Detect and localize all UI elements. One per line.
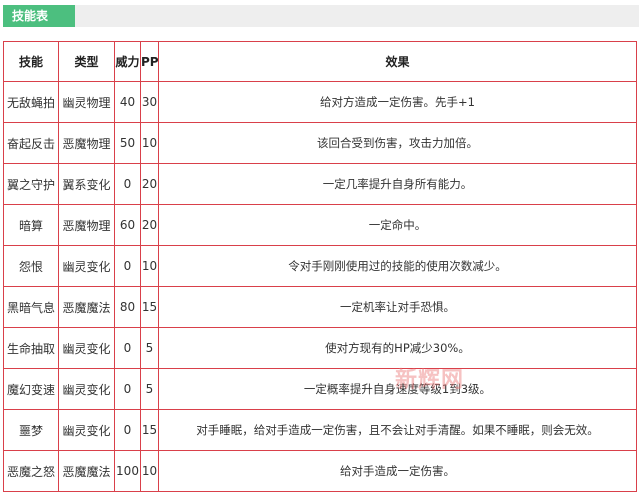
skill-effect-cell: 一定命中。: [158, 204, 637, 246]
skill-type-cell: 恶魔魔法: [58, 450, 115, 492]
skill-name-cell: 奋起反击: [3, 122, 59, 164]
skill-type-cell: 恶魔魔法: [58, 286, 115, 328]
skill-name-cell: 怨恨: [3, 245, 59, 287]
skill-type-cell: 幽灵变化: [58, 368, 115, 410]
column-header-type: 类型: [58, 41, 115, 82]
skill-name-cell: 无敌蝇拍: [3, 81, 59, 123]
table-row: 翼之守护 翼系变化 0 20 一定几率提升自身所有能力。: [3, 163, 637, 205]
skill-pp-cell: 30: [140, 81, 159, 123]
skill-power-cell: 0: [114, 163, 141, 205]
skill-pp-cell: 10: [140, 450, 159, 492]
skill-pp-cell: 15: [140, 409, 159, 451]
skill-effect-cell: 该回合受到伤害，攻击力加倍。: [158, 122, 637, 164]
skill-type-cell: 恶魔物理: [58, 122, 115, 164]
table-row: 奋起反击 恶魔物理 50 10 该回合受到伤害，攻击力加倍。: [3, 122, 637, 164]
skill-effect-cell: 一定几率提升自身所有能力。: [158, 163, 637, 205]
skill-effect-cell: 使对方现有的HP减少30%。: [158, 327, 637, 369]
skill-power-cell: 0: [114, 409, 141, 451]
skill-effect-cell: 给对手造成一定伤害。: [158, 450, 637, 492]
table-row: 魔幻变速 幽灵变化 0 5 一定概率提升自身速度等级1到3级。: [3, 368, 637, 410]
skill-power-cell: 0: [114, 327, 141, 369]
skill-name-cell: 翼之守护: [3, 163, 59, 205]
skill-name-cell: 恶魔之怒: [3, 450, 59, 492]
skill-effect-cell: 令对手刚刚使用过的技能的使用次数减少。: [158, 245, 637, 287]
skill-pp-cell: 15: [140, 286, 159, 328]
skill-type-cell: 幽灵变化: [58, 245, 115, 287]
table-row: 恶魔之怒 恶魔魔法 100 10 给对手造成一定伤害。: [3, 450, 637, 492]
table-row: 怨恨 幽灵变化 0 10 令对手刚刚使用过的技能的使用次数减少。: [3, 245, 637, 287]
skill-type-cell: 幽灵物理: [58, 81, 115, 123]
skill-name-cell: 噩梦: [3, 409, 59, 451]
skill-power-cell: 50: [114, 122, 141, 164]
skill-type-cell: 幽灵变化: [58, 327, 115, 369]
skill-effect-cell: 给对方造成一定伤害。先手+1: [158, 81, 637, 123]
skill-name-cell: 生命抽取: [3, 327, 59, 369]
skill-name-cell: 魔幻变速: [3, 368, 59, 410]
table-row: 无敌蝇拍 幽灵物理 40 30 给对方造成一定伤害。先手+1: [3, 81, 637, 123]
skill-pp-cell: 5: [140, 327, 159, 369]
skill-power-cell: 100: [114, 450, 141, 492]
skill-power-cell: 0: [114, 245, 141, 287]
skill-pp-cell: 10: [140, 122, 159, 164]
column-header-pp: PP: [140, 41, 159, 82]
skill-type-cell: 恶魔物理: [58, 204, 115, 246]
skill-effect-cell: 一定机率让对手恐惧。: [158, 286, 637, 328]
skill-power-cell: 40: [114, 81, 141, 123]
section-title-tab: 技能表: [3, 5, 75, 27]
column-header-effect: 效果: [158, 41, 637, 82]
skill-name-cell: 暗算: [3, 204, 59, 246]
skill-pp-cell: 20: [140, 204, 159, 246]
skills-table: 技能 类型 威力 PP 效果 无敌蝇拍 幽灵物理 40 30 给对方造成一定伤害…: [3, 41, 637, 492]
skill-power-cell: 0: [114, 368, 141, 410]
table-header-row: 技能 类型 威力 PP 效果: [3, 41, 637, 82]
skill-power-cell: 60: [114, 204, 141, 246]
section-header-bar: 技能表: [3, 5, 639, 27]
table-row: 生命抽取 幽灵变化 0 5 使对方现有的HP减少30%。: [3, 327, 637, 369]
skill-effect-cell: 一定概率提升自身速度等级1到3级。: [158, 368, 637, 410]
skill-power-cell: 80: [114, 286, 141, 328]
column-header-skill: 技能: [3, 41, 59, 82]
skill-type-cell: 幽灵变化: [58, 409, 115, 451]
column-header-power: 威力: [114, 41, 141, 82]
table-row: 黑暗气息 恶魔魔法 80 15 一定机率让对手恐惧。: [3, 286, 637, 328]
skill-pp-cell: 10: [140, 245, 159, 287]
table-row: 暗算 恶魔物理 60 20 一定命中。: [3, 204, 637, 246]
skill-pp-cell: 5: [140, 368, 159, 410]
skill-name-cell: 黑暗气息: [3, 286, 59, 328]
skill-effect-cell: 对手睡眠，给对手造成一定伤害，且不会让对手清醒。如果不睡眠，则会无效。: [158, 409, 637, 451]
skill-type-cell: 翼系变化: [58, 163, 115, 205]
skill-pp-cell: 20: [140, 163, 159, 205]
table-row: 噩梦 幽灵变化 0 15 对手睡眠，给对手造成一定伤害，且不会让对手清醒。如果不…: [3, 409, 637, 451]
